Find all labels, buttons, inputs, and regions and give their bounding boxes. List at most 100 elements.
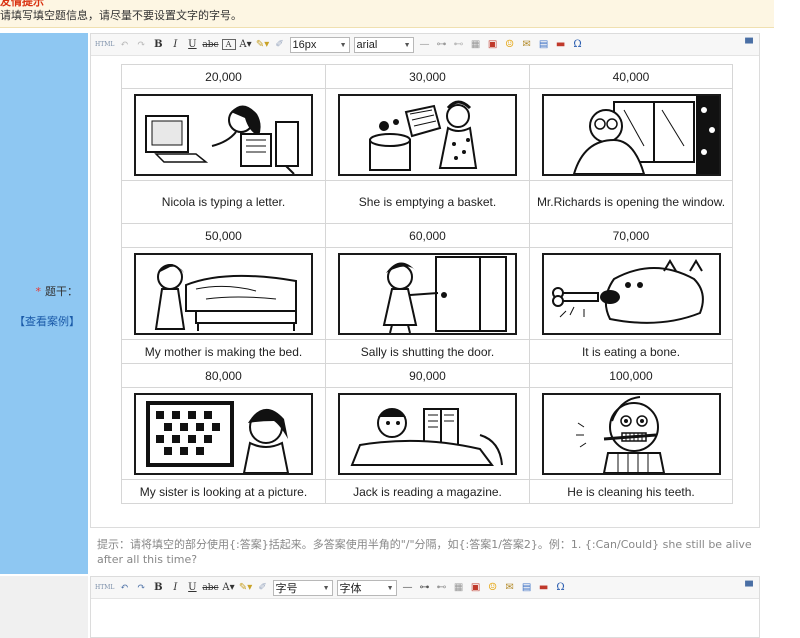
stem-label: * 题干：	[36, 283, 79, 299]
emoticon-icon[interactable]: ☺	[503, 37, 517, 53]
italic-button[interactable]: I	[168, 580, 182, 596]
horizontal-rule-icon[interactable]: —	[418, 37, 432, 53]
html-source-button[interactable]: HTML	[95, 580, 114, 596]
caption-row: My sister is looking at a picture. Jack …	[121, 479, 733, 504]
editor-toolbar: HTML ↶ ↷ B I U abc A ▾ ✎▾ ✐ 字号 ▼ 字体 ▼ — ⊶ ⊷…	[91, 577, 759, 599]
link-icon[interactable]: ⊶	[435, 37, 449, 53]
text-format-button[interactable]: A	[221, 39, 236, 50]
chevron-down-icon: ▼	[386, 584, 394, 592]
bed-making-illustration	[134, 252, 313, 335]
eraser-icon[interactable]: ✐	[273, 37, 287, 53]
link-icon[interactable]: ⊶	[418, 580, 432, 596]
price-cell: 60,000	[325, 223, 530, 248]
fill-blank-hint: 提示：请将填空的部分使用{:答案}括起来。多答案使用半角的"/"分隔，如{:答案…	[97, 538, 752, 566]
undo-icon[interactable]: ↶	[117, 580, 131, 596]
door-shutting-illustration	[338, 252, 517, 335]
price-row: 20,000 30,000 40,000	[121, 64, 733, 89]
second-rich-text-editor[interactable]: HTML ↶ ↷ B I U abc A ▾ ✎▾ ✐ 字号 ▼ 字体 ▼ — ⊶ ⊷…	[90, 576, 760, 638]
unlink-icon[interactable]: ⊷	[452, 37, 466, 53]
font-color-label: A	[222, 582, 230, 593]
picture-row	[121, 247, 733, 340]
bold-button[interactable]: B	[151, 37, 165, 53]
font-family-select[interactable]: arial ▼	[353, 36, 414, 53]
magazine-reading-illustration	[338, 392, 517, 475]
price-cell: 80,000	[121, 363, 326, 388]
picture-grid-table: 20,000 30,000 40,000 Nicola is typing a …	[121, 64, 733, 504]
media-icon[interactable]: ▬	[537, 580, 551, 596]
unlink-icon[interactable]: ⊷	[435, 580, 449, 596]
stem-label-text: 题干：	[45, 285, 78, 298]
strikethrough-button[interactable]: abc	[202, 37, 218, 53]
strikethrough-button[interactable]: abc	[202, 580, 218, 596]
price-cell: 50,000	[121, 223, 326, 248]
redo-icon[interactable]: ↷	[134, 580, 148, 596]
font-family-value: 字体	[339, 582, 362, 595]
field-label-column: * 题干： 【查看案例】	[0, 33, 88, 574]
html-source-button[interactable]: HTML	[95, 37, 114, 53]
notice-message: 请填写填空题信息，请尽量不要设置文字的字号。	[0, 9, 242, 22]
editor-content[interactable]: 20,000 30,000 40,000 Nicola is typing a …	[121, 64, 733, 504]
attachment-icon[interactable]: ✉	[503, 580, 517, 596]
price-row: 80,000 90,000 100,000	[121, 363, 733, 388]
redo-icon[interactable]: ↷	[134, 37, 148, 53]
chevron-down-icon: ▼	[339, 41, 347, 49]
caption-cell: She is emptying a basket.	[325, 180, 530, 224]
picture-row	[121, 88, 733, 181]
font-color-label: A	[239, 39, 247, 50]
rich-text-editor[interactable]: HTML ↶ ↷ B I U abc A A ▾ ✎▾ ✐ 16px ▼ arial…	[90, 33, 760, 528]
attachment-icon[interactable]: ✉	[520, 37, 534, 53]
flash-icon[interactable]: ▤	[520, 580, 534, 596]
price-row: 50,000 60,000 70,000	[121, 223, 733, 248]
caption-cell: Sally is shutting the door.	[325, 339, 530, 364]
image-icon[interactable]: ▣	[469, 580, 483, 596]
picture-row	[121, 387, 733, 480]
font-color-button[interactable]: A ▾	[239, 37, 253, 53]
emoticon-icon[interactable]: ☺	[486, 580, 500, 596]
undo-icon[interactable]: ↶	[117, 37, 131, 53]
bold-button[interactable]: B	[151, 580, 165, 596]
basket-emptying-illustration	[338, 93, 517, 176]
font-color-button[interactable]: A ▾	[222, 580, 236, 596]
price-cell: 20,000	[121, 64, 326, 89]
highlight-color-icon[interactable]: ✎▾	[239, 580, 253, 596]
font-size-value: 16px	[292, 38, 317, 51]
required-mark: *	[35, 285, 42, 298]
fullscreen-icon[interactable]: ▀	[742, 37, 756, 53]
price-cell: 30,000	[325, 64, 530, 89]
special-char-icon[interactable]: Ω	[571, 37, 585, 53]
editor-toolbar: HTML ↶ ↷ B I U abc A A ▾ ✎▾ ✐ 16px ▼ arial…	[91, 34, 759, 56]
underline-button[interactable]: U	[185, 580, 199, 596]
font-family-select[interactable]: 字体 ▼	[336, 579, 397, 596]
media-icon[interactable]: ▬	[554, 37, 568, 53]
underline-button[interactable]: U	[185, 37, 199, 53]
notice-title: 友情提示	[0, 0, 44, 8]
caption-cell: My sister is looking at a picture.	[121, 479, 326, 504]
highlight-color-icon[interactable]: ✎▾	[256, 37, 270, 53]
eraser-icon[interactable]: ✐	[256, 580, 270, 596]
caption-cell: He is cleaning his teeth.	[529, 479, 733, 504]
price-cell: 100,000	[529, 363, 733, 388]
caption-row: Nicola is typing a letter. She is emptyi…	[121, 180, 733, 224]
font-family-value: arial	[356, 38, 378, 51]
price-cell: 40,000	[529, 64, 733, 89]
font-size-select[interactable]: 16px ▼	[289, 36, 350, 53]
caption-cell: It is eating a bone.	[529, 339, 733, 364]
computer-typing-illustration	[134, 93, 313, 176]
caption-cell: Nicola is typing a letter.	[121, 180, 326, 224]
caption-cell: My mother is making the bed.	[121, 339, 326, 364]
font-size-select[interactable]: 字号 ▼	[272, 579, 333, 596]
window-opening-illustration	[541, 93, 721, 176]
fullscreen-icon[interactable]: ▀	[742, 580, 756, 596]
flash-icon[interactable]: ▤	[537, 37, 551, 53]
price-cell: 70,000	[529, 223, 733, 248]
price-cell: 90,000	[325, 363, 530, 388]
italic-button[interactable]: I	[168, 37, 182, 53]
horizontal-rule-icon[interactable]: —	[401, 580, 415, 596]
dog-bone-illustration	[541, 252, 721, 335]
special-char-icon[interactable]: Ω	[554, 580, 568, 596]
table-icon[interactable]: ▦	[452, 580, 466, 596]
view-example-link[interactable]: 【查看案例】	[14, 313, 80, 329]
image-icon[interactable]: ▣	[486, 37, 500, 53]
caption-row: My mother is making the bed. Sally is sh…	[121, 339, 733, 364]
table-icon[interactable]: ▦	[469, 37, 483, 53]
